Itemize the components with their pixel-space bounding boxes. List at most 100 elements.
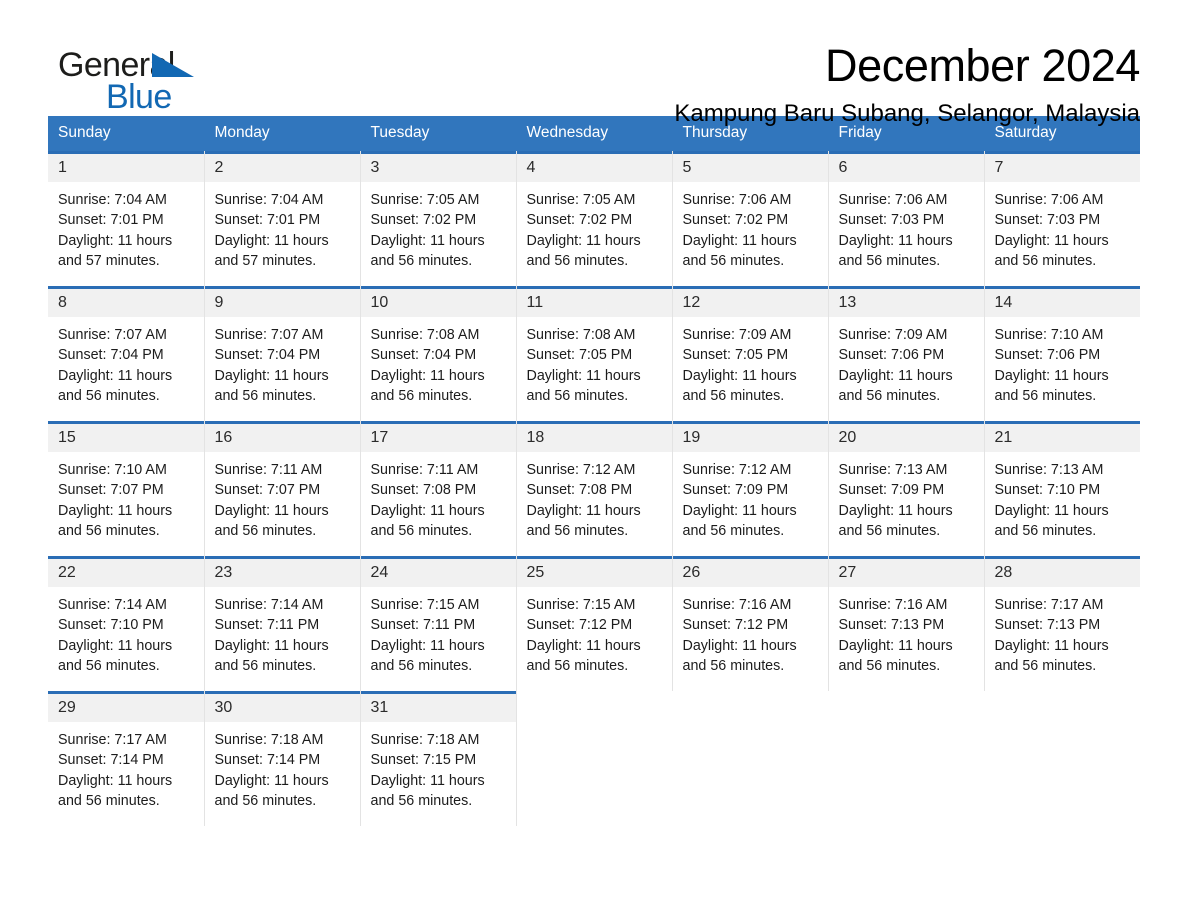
calendar-page: General Blue December 2024 Kampung Baru … [0,0,1188,918]
day-details: Sunrise: 7:11 AM Sunset: 7:08 PM Daylight:… [361,452,516,541]
calendar-day-cell[interactable]: 27 Sunrise: 7:16 AM Sunset: 7:13 PM Dayligh… [828,556,985,691]
day-number: 20 [828,424,984,452]
weekday-header-wednesday: Wednesday [516,116,673,151]
sunrise-time: Sunrise: 7:15 AM [370,597,480,613]
day-cell-inner: 1 Sunrise: 7:04 AM Sunset: 7:01 PM Daylight… [48,151,204,286]
calendar-day-cell[interactable]: 15 Sunrise: 7:10 AM Sunset: 7:07 PM Dayligh… [48,421,205,556]
day-cell-inner: 26 Sunrise: 7:16 AM Sunset: 7:12 PM Dayligh… [672,556,828,691]
sunset-time: Sunset: 7:11 PM [214,617,320,634]
page-header: General Blue December 2024 Kampung Baru … [48,0,1140,127]
sunrise-time: Sunrise: 7:14 AM [214,597,324,613]
daylight-duration-line1: Daylight: 11 hours [994,637,1109,654]
day-details: Sunrise: 7:05 AM Sunset: 7:02 PM Daylight:… [361,182,516,271]
calendar-day-cell[interactable]: 3 Sunrise: 7:05 AM Sunset: 7:02 PM Daylight… [360,151,517,286]
day-details: Sunrise: 7:15 AM Sunset: 7:12 PM Daylight:… [517,587,672,676]
day-details: Sunrise: 7:06 AM Sunset: 7:02 PM Daylight:… [673,182,828,271]
calendar-day-cell[interactable]: 9 Sunrise: 7:07 AM Sunset: 7:04 PM Daylight… [204,286,361,421]
day-number: 2 [204,154,360,182]
day-details: Sunrise: 7:12 AM Sunset: 7:08 PM Daylight:… [517,452,672,541]
page-title: December 2024 [825,40,1140,91]
day-details: Sunrise: 7:09 AM Sunset: 7:06 PM Daylight:… [829,317,984,406]
day-number: 10 [360,289,516,317]
daylight-duration-line1: Daylight: 11 hours [370,502,485,519]
calendar-day-cell[interactable]: 8 Sunrise: 7:07 AM Sunset: 7:04 PM Daylight… [48,286,205,421]
calendar-day-cell[interactable]: 29 Sunrise: 7:17 AM Sunset: 7:14 PM Dayligh… [48,691,205,826]
day-details: Sunrise: 7:15 AM Sunset: 7:11 PM Daylight:… [361,587,516,676]
day-cell-inner: 21 Sunrise: 7:13 AM Sunset: 7:10 PM Dayligh… [984,421,1140,556]
calendar-day-cell[interactable]: 13 Sunrise: 7:09 AM Sunset: 7:06 PM Dayligh… [828,286,985,421]
calendar-day-cell[interactable]: 28 Sunrise: 7:17 AM Sunset: 7:13 PM Dayligh… [984,556,1140,691]
sunset-time: Sunset: 7:06 PM [994,347,1101,364]
calendar-day-cell[interactable]: 31 Sunrise: 7:18 AM Sunset: 7:15 PM Dayligh… [360,691,517,826]
daylight-duration-line1: Daylight: 11 hours [58,367,173,384]
calendar-day-cell[interactable]: 12 Sunrise: 7:09 AM Sunset: 7:05 PM Dayligh… [672,286,829,421]
day-number: 31 [360,694,516,722]
day-details: Sunrise: 7:05 AM Sunset: 7:02 PM Daylight:… [517,182,672,271]
sunrise-sunset-calendar: Sunday Monday Tuesday Wednesday Thursday… [48,116,1140,826]
day-details: Sunrise: 7:07 AM Sunset: 7:04 PM Daylight:… [48,317,204,406]
sunset-time: Sunset: 7:04 PM [214,347,321,364]
calendar-day-cell[interactable]: 11 Sunrise: 7:08 AM Sunset: 7:05 PM Dayligh… [516,286,673,421]
calendar-day-cell[interactable]: 4 Sunrise: 7:05 AM Sunset: 7:02 PM Daylight… [516,151,673,286]
daylight-duration-line1: Daylight: 11 hours [370,232,485,249]
day-number: 9 [204,289,360,317]
day-details: Sunrise: 7:04 AM Sunset: 7:01 PM Daylight:… [48,182,204,271]
sunrise-time: Sunrise: 7:04 AM [214,192,324,208]
day-number: 17 [360,424,516,452]
day-cell-inner: 18 Sunrise: 7:12 AM Sunset: 7:08 PM Dayligh… [516,421,672,556]
calendar-day-cell[interactable]: 26 Sunrise: 7:16 AM Sunset: 7:12 PM Dayligh… [672,556,829,691]
calendar-week-row: 1 Sunrise: 7:04 AM Sunset: 7:01 PM Daylight… [48,151,1140,286]
calendar-day-cell[interactable]: 16 Sunrise: 7:11 AM Sunset: 7:07 PM Dayligh… [204,421,361,556]
sunset-time: Sunset: 7:10 PM [994,482,1101,499]
calendar-day-cell[interactable]: 1 Sunrise: 7:04 AM Sunset: 7:01 PM Daylight… [48,151,205,286]
sunrise-time: Sunrise: 7:13 AM [838,462,948,478]
daylight-duration-line1: Daylight: 11 hours [214,772,329,789]
calendar-day-cell[interactable]: 23 Sunrise: 7:14 AM Sunset: 7:11 PM Dayligh… [204,556,361,691]
calendar-day-cell[interactable]: 7 Sunrise: 7:06 AM Sunset: 7:03 PM Daylight… [984,151,1140,286]
sunset-time: Sunset: 7:06 PM [838,347,945,364]
calendar-day-cell[interactable]: 22 Sunrise: 7:14 AM Sunset: 7:10 PM Dayligh… [48,556,205,691]
daylight-duration-line2: and 56 minutes. [58,522,160,539]
sunrise-time: Sunrise: 7:09 AM [682,327,792,343]
day-cell-inner: 29 Sunrise: 7:17 AM Sunset: 7:14 PM Dayligh… [48,691,204,826]
calendar-day-cell[interactable]: 18 Sunrise: 7:12 AM Sunset: 7:08 PM Dayligh… [516,421,673,556]
day-cell-inner: 4 Sunrise: 7:05 AM Sunset: 7:02 PM Daylight… [516,151,672,286]
day-cell-inner: 7 Sunrise: 7:06 AM Sunset: 7:03 PM Daylight… [984,151,1140,286]
calendar-day-cell[interactable]: 17 Sunrise: 7:11 AM Sunset: 7:08 PM Dayligh… [360,421,517,556]
daylight-duration-line1: Daylight: 11 hours [682,502,797,519]
sunrise-time: Sunrise: 7:16 AM [682,597,792,613]
day-details: Sunrise: 7:13 AM Sunset: 7:09 PM Daylight:… [829,452,984,541]
calendar-day-cell[interactable]: 25 Sunrise: 7:15 AM Sunset: 7:12 PM Dayligh… [516,556,673,691]
day-cell-inner: 5 Sunrise: 7:06 AM Sunset: 7:02 PM Daylight… [672,151,828,286]
daylight-duration-line2: and 56 minutes. [58,657,160,674]
calendar-day-cell[interactable]: 20 Sunrise: 7:13 AM Sunset: 7:09 PM Dayligh… [828,421,985,556]
sunrise-time: Sunrise: 7:07 AM [58,327,167,343]
day-number: 6 [828,154,984,182]
calendar-day-cell[interactable]: 5 Sunrise: 7:06 AM Sunset: 7:02 PM Daylight… [672,151,829,286]
sunrise-time: Sunrise: 7:12 AM [526,462,636,478]
daylight-duration-line1: Daylight: 11 hours [682,232,797,249]
calendar-cell-empty [828,691,984,826]
day-number: 1 [48,154,204,182]
daylight-duration-line1: Daylight: 11 hours [214,232,329,249]
sunset-time: Sunset: 7:03 PM [994,212,1101,229]
daylight-duration-line1: Daylight: 11 hours [526,232,641,249]
calendar-day-cell[interactable]: 24 Sunrise: 7:15 AM Sunset: 7:11 PM Dayligh… [360,556,517,691]
general-blue-logo[interactable]: General Blue [48,42,238,118]
calendar-day-cell[interactable]: 14 Sunrise: 7:10 AM Sunset: 7:06 PM Dayligh… [984,286,1140,421]
calendar-week-row: 8 Sunrise: 7:07 AM Sunset: 7:04 PM Daylight… [48,286,1140,421]
sunrise-time: Sunrise: 7:18 AM [370,732,480,748]
daylight-duration-line1: Daylight: 11 hours [994,232,1109,249]
calendar-day-cell[interactable]: 6 Sunrise: 7:06 AM Sunset: 7:03 PM Daylight… [828,151,985,286]
calendar-day-cell[interactable]: 19 Sunrise: 7:12 AM Sunset: 7:09 PM Dayligh… [672,421,829,556]
daylight-duration-line2: and 56 minutes. [58,387,160,404]
daylight-duration-line2: and 56 minutes. [370,792,473,809]
calendar-day-cell[interactable]: 21 Sunrise: 7:13 AM Sunset: 7:10 PM Dayligh… [984,421,1140,556]
calendar-day-cell[interactable]: 2 Sunrise: 7:04 AM Sunset: 7:01 PM Daylight… [204,151,361,286]
calendar-day-cell[interactable]: 10 Sunrise: 7:08 AM Sunset: 7:04 PM Dayligh… [360,286,517,421]
daylight-duration-line1: Daylight: 11 hours [370,367,485,384]
sunrise-time: Sunrise: 7:06 AM [838,192,948,208]
daylight-duration-line1: Daylight: 11 hours [214,502,329,519]
daylight-duration-line1: Daylight: 11 hours [682,367,797,384]
calendar-day-cell[interactable]: 30 Sunrise: 7:18 AM Sunset: 7:14 PM Dayligh… [204,691,361,826]
